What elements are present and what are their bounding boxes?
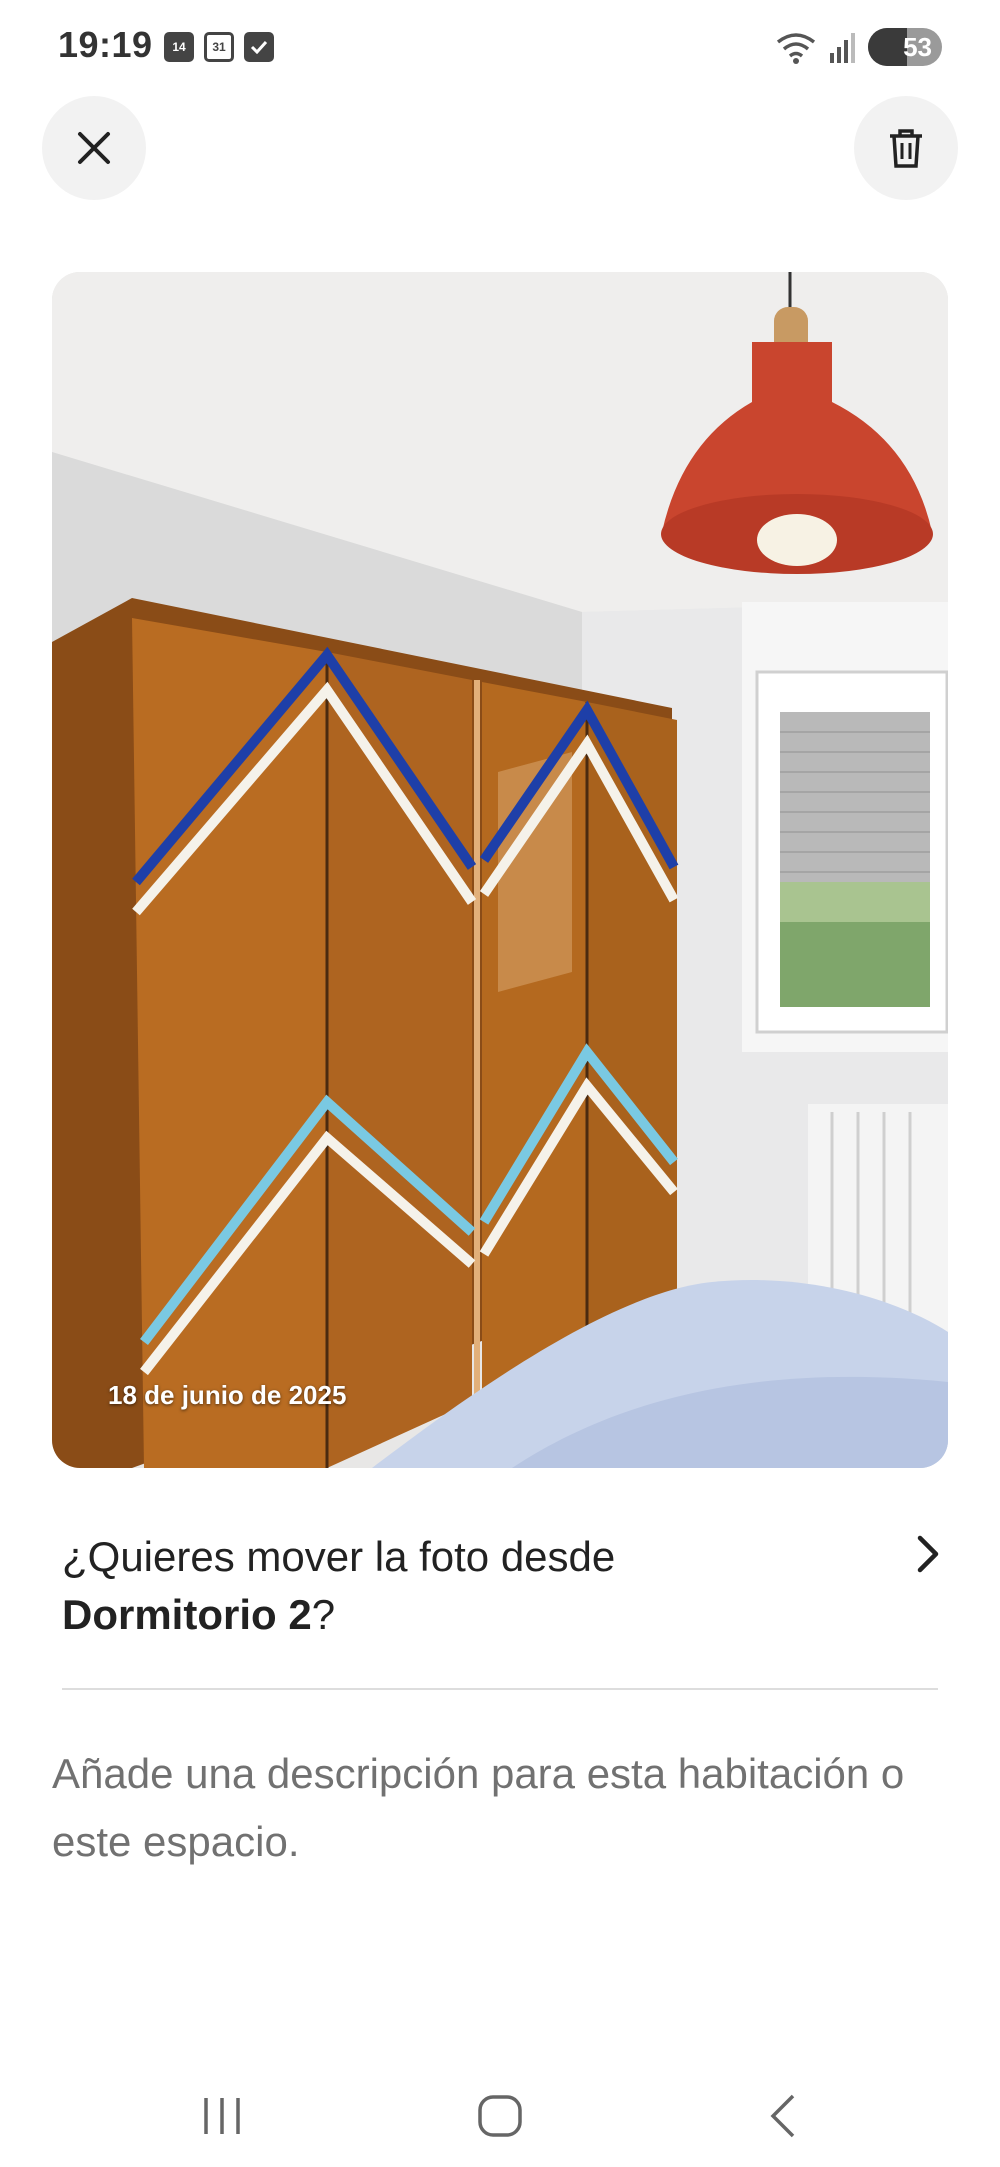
- recent-apps-button[interactable]: [192, 2088, 252, 2144]
- home-button[interactable]: [470, 2088, 530, 2144]
- room-name: Dormitorio 2: [62, 1591, 312, 1638]
- wifi-icon: [776, 33, 816, 64]
- move-photo-prefix: ¿Quieres mover la foto desde: [62, 1533, 616, 1580]
- back-button[interactable]: [752, 2088, 812, 2144]
- description-field[interactable]: Añade una descripción para esta habitaci…: [52, 1740, 952, 1876]
- check-box-icon: [244, 32, 274, 62]
- status-time: 19:19: [58, 24, 153, 65]
- trash-icon: [890, 129, 922, 168]
- bedroom-image: [52, 272, 948, 1468]
- system-icons: 53: [774, 28, 942, 66]
- close-icon: [78, 132, 110, 164]
- move-photo-row[interactable]: ¿Quieres mover la foto desde Dormitorio …: [62, 1528, 942, 1648]
- navigation-bar: [0, 2060, 1000, 2167]
- signal-icon: [830, 33, 855, 63]
- back-icon: [770, 2094, 795, 2138]
- room-photo[interactable]: 18 de junio de 2025: [52, 272, 948, 1468]
- calendar-icon: 14: [164, 32, 194, 62]
- delete-button[interactable]: [854, 96, 958, 200]
- notification-icons: 14 31: [164, 32, 274, 62]
- calendar-icon: 31: [204, 32, 234, 62]
- status-bar: 19:19 14 31 53: [0, 0, 1000, 96]
- home-icon: [478, 2095, 522, 2137]
- recent-apps-icon: [204, 2098, 240, 2134]
- divider: [62, 1688, 938, 1690]
- battery-level: 53: [903, 31, 932, 62]
- close-button[interactable]: [42, 96, 146, 200]
- photo-date: 18 de junio de 2025: [108, 1380, 347, 1410]
- move-photo-suffix: ?: [311, 1591, 336, 1638]
- battery-indicator: 53: [868, 28, 942, 66]
- move-photo-text: ¿Quieres mover la foto desde Dormitorio …: [62, 1528, 942, 1644]
- chevron-right-icon: [917, 1535, 939, 1573]
